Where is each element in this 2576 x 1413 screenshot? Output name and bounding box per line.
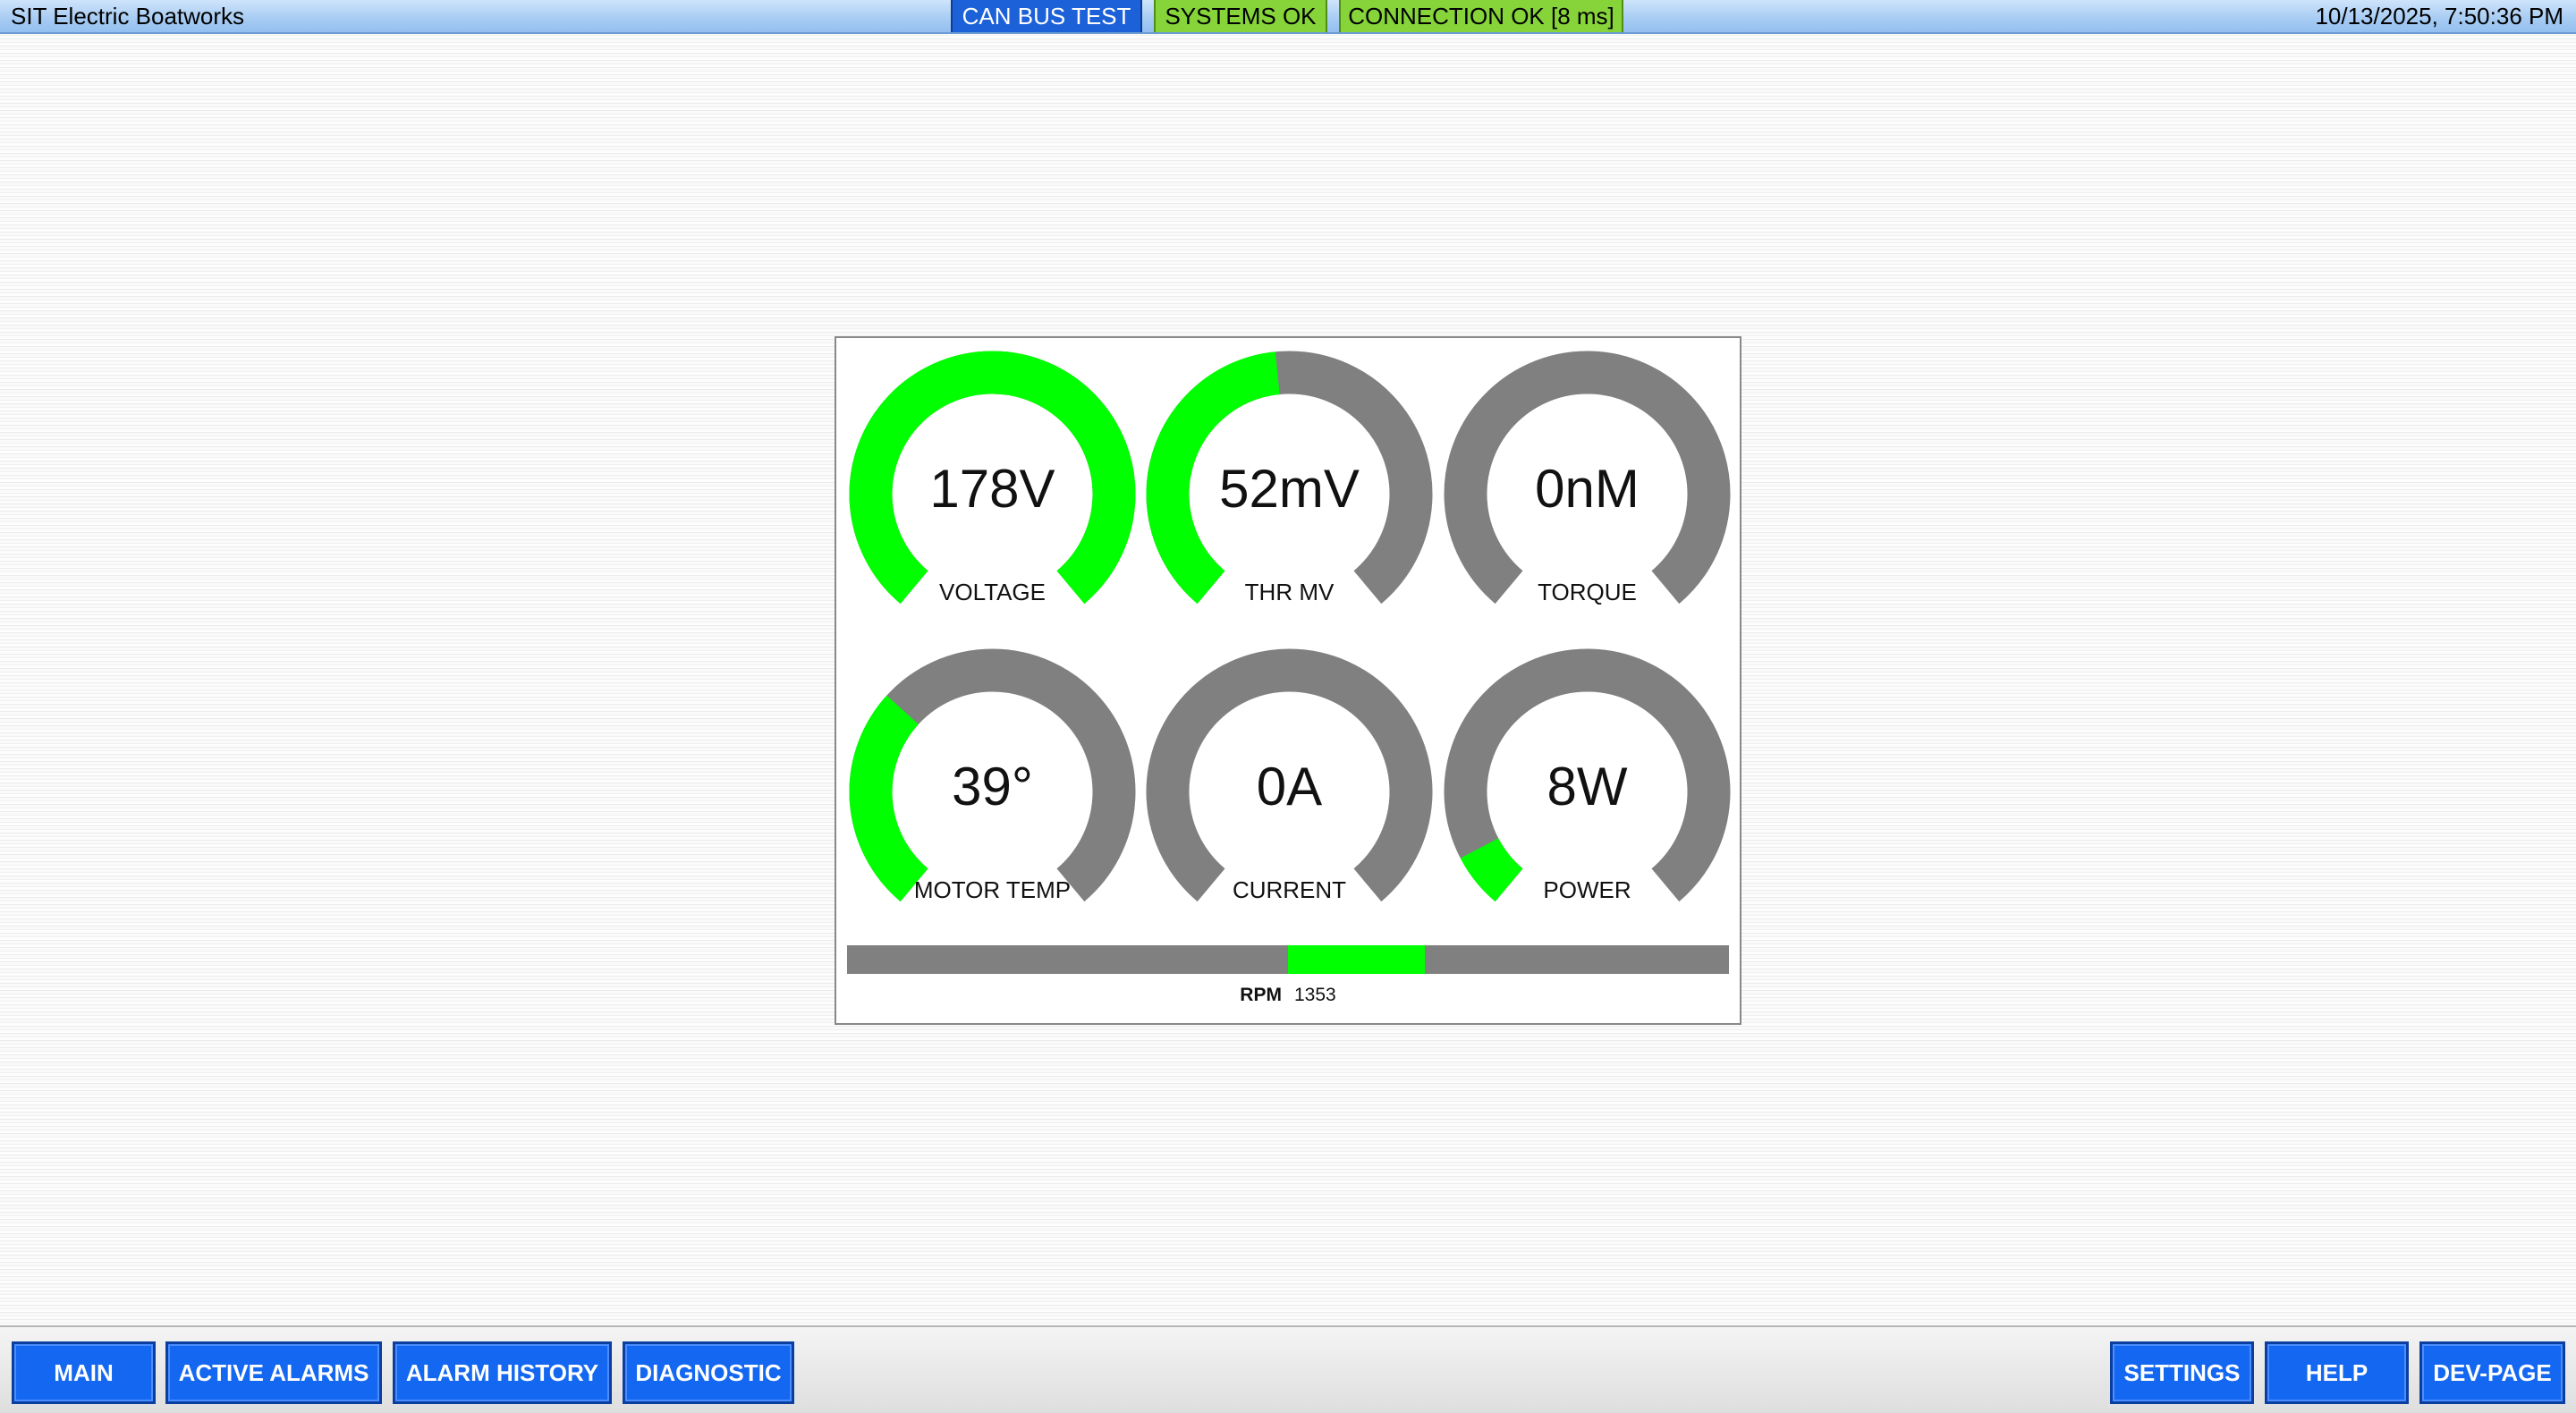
power-gauge-label: POWER [1543, 876, 1631, 903]
bottom-nav-bar: MAIN ACTIVE ALARMS ALARM HISTORY DIAGNOS… [0, 1325, 2576, 1413]
alarm-history-button[interactable]: ALARM HISTORY [393, 1341, 612, 1404]
thr-mv-gauge-label: THR MV [1244, 579, 1335, 605]
power-gauge-value: 8W [1546, 757, 1628, 816]
connection-status-badge: CONNECTION OK [8 ms] [1339, 0, 1623, 32]
voltage-gauge-label: VOLTAGE [939, 579, 1046, 605]
can-bus-status-badge: CAN BUS TEST [951, 0, 1142, 32]
datetime-display: 10/13/2025, 7:50:36 PM [2315, 3, 2563, 30]
active-alarms-button[interactable]: ACTIVE ALARMS [165, 1341, 382, 1404]
main-button[interactable]: MAIN [12, 1341, 156, 1404]
diagnostic-button[interactable]: DIAGNOSTIC [623, 1341, 794, 1404]
torque-gauge-value: 0nM [1535, 459, 1640, 519]
app-title: SIT Electric Boatworks [11, 3, 245, 30]
top-status-bar: SIT Electric Boatworks CAN BUS TEST SYST… [0, 0, 2576, 34]
thr-mv-gauge-value: 52mV [1219, 459, 1360, 519]
gauge-panel: 178V VOLTAGE 52mV THR MV 0nM TORQUE 39° … [835, 336, 1741, 1025]
help-button[interactable]: HELP [2265, 1341, 2409, 1404]
torque-gauge-label: TORQUE [1538, 579, 1637, 605]
dev-page-button[interactable]: DEV-PAGE [2419, 1341, 2565, 1404]
voltage-gauge-value: 178V [929, 459, 1055, 519]
rpm-bar [847, 945, 1729, 974]
current-gauge-label: CURRENT [1232, 876, 1347, 903]
rpm-readout: RPM 1353 [836, 985, 1740, 1006]
settings-button[interactable]: SETTINGS [2110, 1341, 2254, 1404]
motor-temp-gauge-value: 39° [952, 757, 1033, 816]
current-gauge: 0A CURRENT [1140, 643, 1438, 941]
motor-temp-gauge: 39° MOTOR TEMP [843, 643, 1141, 941]
thr-mv-gauge: 52mV THR MV [1140, 345, 1438, 643]
torque-gauge: 0nM TORQUE [1438, 345, 1736, 643]
systems-status-badge: SYSTEMS OK [1154, 0, 1327, 32]
rpm-value: 1353 [1293, 985, 1336, 1005]
voltage-gauge: 178V VOLTAGE [843, 345, 1141, 643]
motor-temp-gauge-label: MOTOR TEMP [913, 876, 1072, 903]
power-gauge: 8W POWER [1438, 643, 1736, 941]
rpm-label: RPM [1240, 985, 1282, 1005]
current-gauge-value: 0A [1256, 757, 1323, 816]
rpm-bar-fill [1288, 945, 1425, 974]
